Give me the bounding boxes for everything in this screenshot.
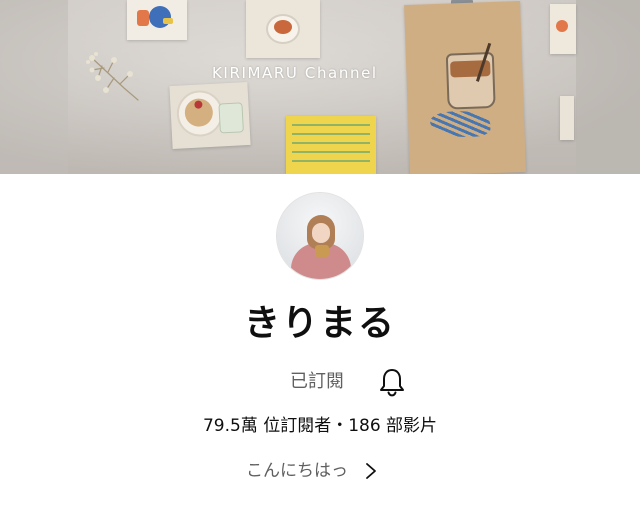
subscribed-button[interactable]: 已訂閱 bbox=[290, 370, 344, 394]
banner-coffee-illustration bbox=[404, 1, 526, 174]
channel-description: こんにちはっ bbox=[246, 461, 348, 481]
channel-avatar[interactable] bbox=[276, 192, 364, 280]
chevron-right-icon bbox=[366, 463, 376, 479]
banner-photo-dish bbox=[246, 0, 320, 58]
banner-photo-abstract bbox=[127, 0, 187, 40]
channel-about-link[interactable]: こんにちはっ bbox=[246, 457, 378, 485]
channel-name: きりまる bbox=[243, 303, 396, 344]
banner-title: KIRIMARU Channel bbox=[212, 64, 378, 82]
dried-flower-sprig bbox=[86, 52, 139, 101]
banner-pattern-card bbox=[286, 116, 376, 174]
channel-banner: KIRIMARU Channel bbox=[0, 0, 640, 174]
banner-card-small bbox=[560, 96, 574, 140]
bell-icon[interactable] bbox=[378, 367, 406, 397]
subscription-row: 已訂閱 bbox=[0, 366, 640, 398]
channel-stats: 79.5萬 位訂閱者・186 部影片 bbox=[202, 416, 438, 436]
banner-photo-breakfast bbox=[169, 82, 251, 149]
banner-photo-edge bbox=[550, 4, 576, 54]
